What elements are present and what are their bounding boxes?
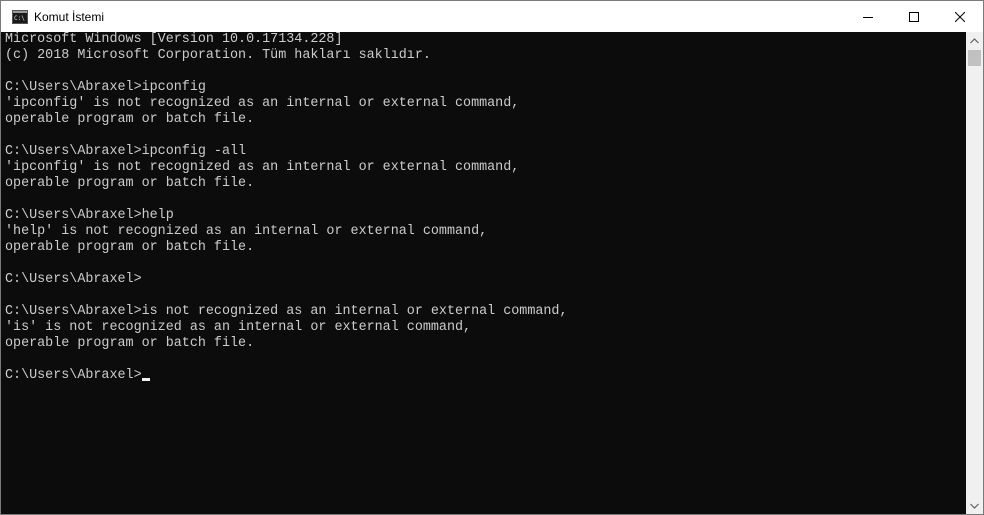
text-cursor <box>141 378 150 381</box>
maximize-button[interactable] <box>891 1 937 32</box>
scroll-up-arrow-icon <box>970 37 979 43</box>
console-line: operable program or batch file. <box>5 176 255 191</box>
console-output[interactable]: Microsoft Windows [Version 10.0.17134.22… <box>5 32 963 512</box>
console-line: operable program or batch file. <box>5 112 255 127</box>
minimize-icon <box>863 16 873 18</box>
close-button[interactable] <box>937 1 983 32</box>
current-prompt: C:\Users\Abraxel> <box>5 368 142 383</box>
console-line: 'ipconfig' is not recognized as an inter… <box>5 96 520 111</box>
console-line: 'is' is not recognized as an internal or… <box>5 320 472 335</box>
console-line: operable program or batch file. <box>5 336 255 351</box>
scroll-down-arrow-icon <box>970 503 979 509</box>
console-line: C:\Users\Abraxel> <box>5 272 142 287</box>
console-line: (c) 2018 Microsoft Corporation. Tüm hakl… <box>5 48 431 63</box>
cmd-icon: C:\ <box>12 9 28 25</box>
console-line: Microsoft Windows [Version 10.0.17134.22… <box>5 32 343 47</box>
console-line: C:\Users\Abraxel>is not recognized as an… <box>5 304 568 319</box>
console-line: C:\Users\Abraxel>help <box>5 208 174 223</box>
console-line: operable program or batch file. <box>5 240 255 255</box>
window-controls <box>845 1 983 32</box>
scroll-up-button[interactable] <box>966 32 983 49</box>
window-title: Komut İstemi <box>34 9 105 24</box>
svg-text:C:\: C:\ <box>14 15 25 22</box>
console-prompt-line[interactable]: C:\Users\Abraxel> <box>5 368 963 384</box>
maximize-icon <box>909 11 919 22</box>
console-line: C:\Users\Abraxel>ipconfig -all <box>5 144 247 159</box>
vertical-scrollbar[interactable] <box>966 32 983 514</box>
minimize-button[interactable] <box>845 1 891 32</box>
scroll-down-button[interactable] <box>966 497 983 514</box>
close-icon <box>955 11 965 22</box>
console-line: 'help' is not recognized as an internal … <box>5 224 488 239</box>
console-line: C:\Users\Abraxel>ipconfig <box>5 80 206 95</box>
console-line: 'ipconfig' is not recognized as an inter… <box>5 160 520 175</box>
command-prompt-window: C:\ Komut İstemi Microsoft Windows [Vers… <box>0 0 984 515</box>
scrollbar-thumb[interactable] <box>968 50 981 66</box>
title-bar[interactable]: C:\ Komut İstemi <box>1 1 983 32</box>
